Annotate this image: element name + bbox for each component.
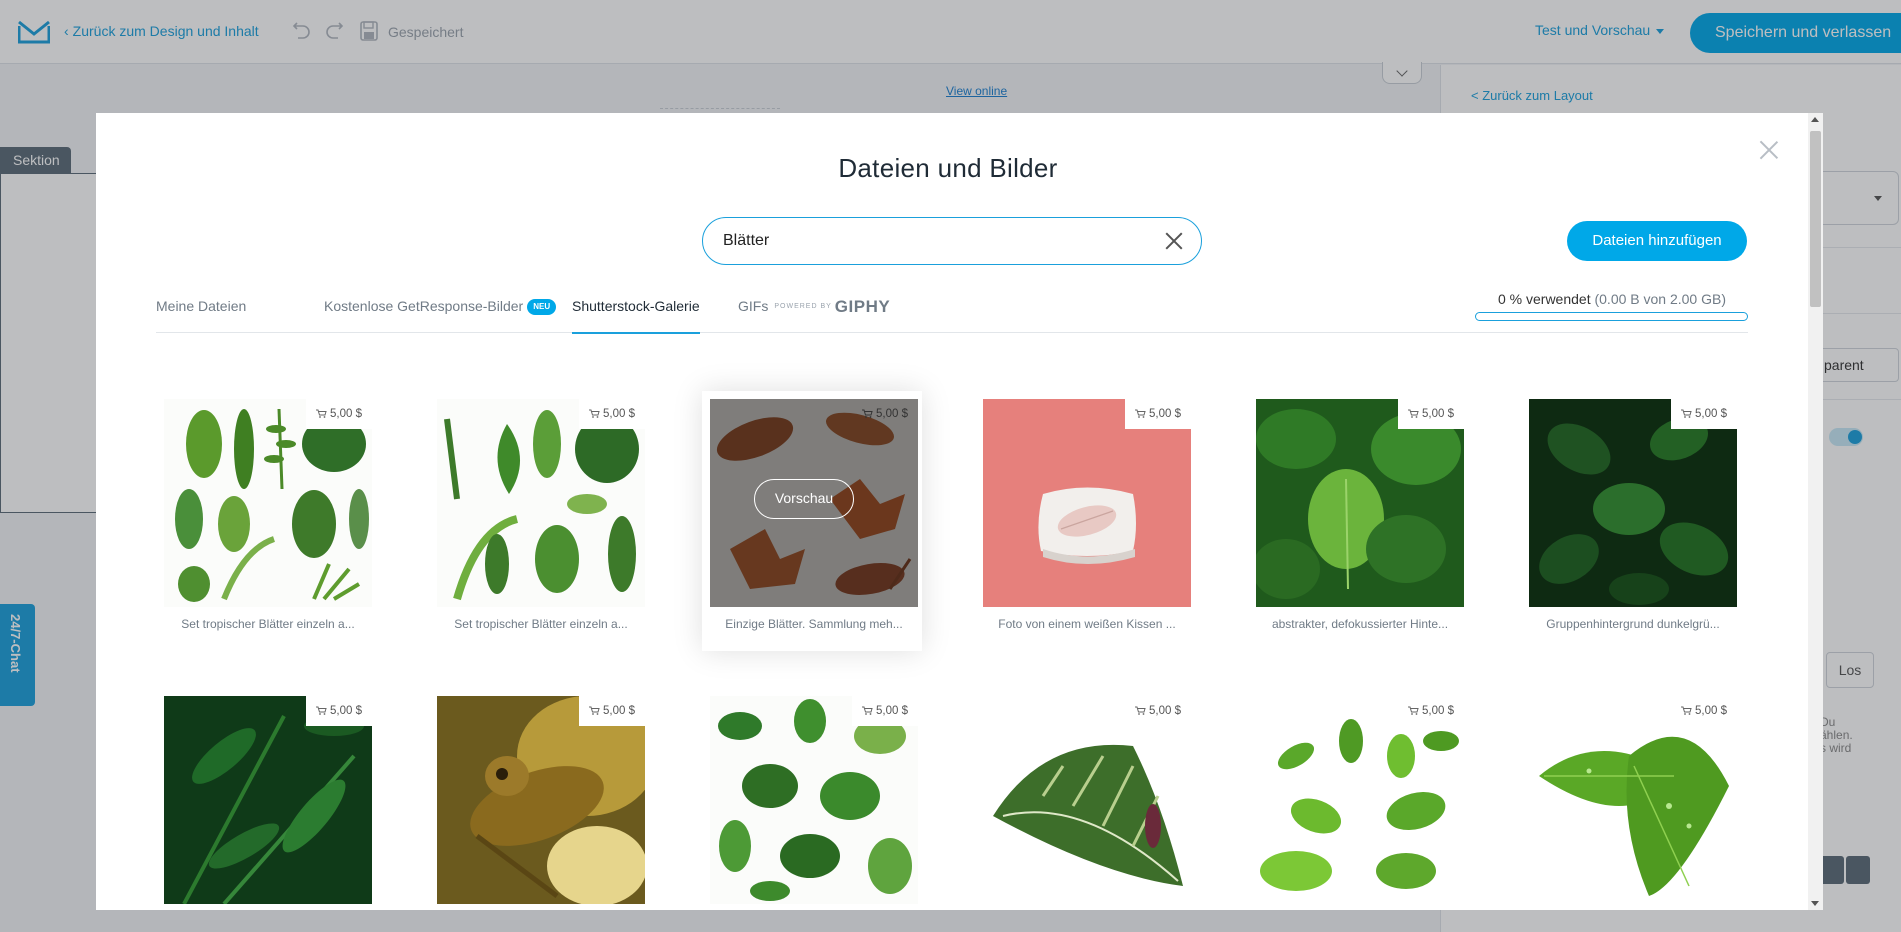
price-badge: 5,00 $ [306,696,372,726]
image-thumbnail[interactable] [164,399,372,607]
cart-icon [1408,706,1419,715]
price-badge: 5,00 $ [1671,399,1737,429]
tab-my-files[interactable]: Meine Dateien [156,295,246,333]
image-card[interactable]: 5,00 $ Foto von einem weißen Kissen ... [975,391,1195,651]
cart-icon [316,706,327,715]
image-title: Foto von einem weißen Kissen ... [998,617,1176,631]
price-badge: 5,00 $ [852,399,918,429]
price-badge: 5,00 $ [579,399,645,429]
price-badge: 5,00 $ [852,696,918,726]
fresh-leaf-image [1529,696,1737,904]
tea-leaves-image [1256,696,1464,904]
image-title: Set tropischer Blätter einzeln a... [454,617,628,631]
tropical-leaves-image [437,399,645,607]
image-card[interactable]: 5,00 $ Set tropischer Blätter einzeln a.… [429,391,649,651]
storage-progress-bar [1475,312,1748,321]
fern-leaves-image [164,696,372,904]
image-thumbnail[interactable] [1256,399,1464,607]
preview-button[interactable]: Vorschau [754,479,854,519]
image-card[interactable]: 5,00 $ [156,688,376,910]
cart-icon [1135,409,1146,418]
image-thumbnail[interactable] [437,399,645,607]
modal-title: Dateien und Bilder [838,153,1058,183]
files-images-modal: Dateien und Bilder Dateien hinzufügen Me… [96,113,1823,910]
price-badge: 5,00 $ [1125,399,1191,429]
image-thumbnail[interactable] [164,696,372,904]
price-badge: 5,00 $ [1398,696,1464,726]
calathea-leaf-image [983,696,1191,904]
image-card[interactable]: 5,00 $ [1248,688,1468,910]
scroll-up-icon[interactable] [1811,117,1819,122]
image-thumbnail[interactable] [983,696,1191,904]
search-input[interactable] [723,230,1143,252]
tropical-leaves-image [164,399,372,607]
cart-icon [1408,409,1419,418]
giphy-logo: GIPHY [834,297,891,317]
new-badge: NEU [527,299,557,316]
tab-free-getresponse-images[interactable]: Kostenlose GetResponse-Bilder NEU [324,295,557,333]
cart-icon [1135,706,1146,715]
image-card[interactable]: 5,00 $ [1521,688,1741,910]
cart-icon [589,409,600,418]
powered-by-label: POWERED BY [774,303,832,311]
image-card[interactable]: 5,00 $ [702,688,922,910]
price-badge: 5,00 $ [1398,399,1464,429]
scroll-down-icon[interactable] [1811,901,1819,906]
search-box[interactable] [702,217,1202,265]
add-files-button[interactable]: Dateien hinzufügen [1567,221,1747,261]
monstera-pattern-image [710,696,918,904]
tab-shutterstock-gallery[interactable]: Shutterstock-Galerie [572,295,700,334]
modal-scrollbar[interactable] [1808,113,1823,910]
grasshopper-image [437,696,645,904]
image-card[interactable]: 5,00 $ Set tropischer Blätter einzeln a.… [156,391,376,651]
price-badge: 5,00 $ [306,399,372,429]
image-card[interactable]: 5,00 $ abstrakter, defokussierter Hinte.… [1248,391,1468,651]
cart-icon [589,706,600,715]
image-thumbnail[interactable] [710,696,918,904]
defocused-leaves-image [1256,399,1464,607]
cart-icon [316,409,327,418]
image-grid: 5,00 $ Set tropischer Blätter einzeln a.… [156,391,1748,910]
storage-usage: 0 % verwendet (0.00 B von 2.00 GB) [1497,291,1727,307]
dark-green-leaves-image [1529,399,1737,607]
image-thumbnail[interactable] [1256,696,1464,904]
image-card[interactable]: 5,00 $ Vorschau Einzige Blätter. Sammlun… [702,391,922,651]
tab-gifs[interactable]: GIFs POWERED BY GIPHY [738,295,890,333]
image-title: Einzige Blätter. Sammlung meh... [725,617,903,631]
price-badge: 5,00 $ [1671,696,1737,726]
clear-search-icon[interactable] [1165,232,1183,250]
price-badge: 5,00 $ [579,696,645,726]
image-card[interactable]: 5,00 $ [975,688,1195,910]
image-title: abstrakter, defokussierter Hinte... [1271,617,1449,631]
cart-icon [862,409,873,418]
price-badge: 5,00 $ [1125,696,1191,726]
scrollbar-thumb[interactable] [1810,131,1821,307]
image-thumbnail[interactable] [983,399,1191,607]
pillow-image [983,399,1191,607]
image-card[interactable]: 5,00 $ Gruppenhintergrund dunkelgrü... [1521,391,1741,651]
image-title: Set tropischer Blätter einzeln a... [181,617,355,631]
image-thumbnail[interactable] [1529,399,1737,607]
cart-icon [1681,706,1692,715]
cart-icon [862,706,873,715]
cart-icon [1681,409,1692,418]
image-card[interactable]: 5,00 $ [429,688,649,910]
image-thumbnail[interactable] [437,696,645,904]
image-title: Gruppenhintergrund dunkelgrü... [1546,617,1720,631]
image-thumbnail[interactable] [1529,696,1737,904]
